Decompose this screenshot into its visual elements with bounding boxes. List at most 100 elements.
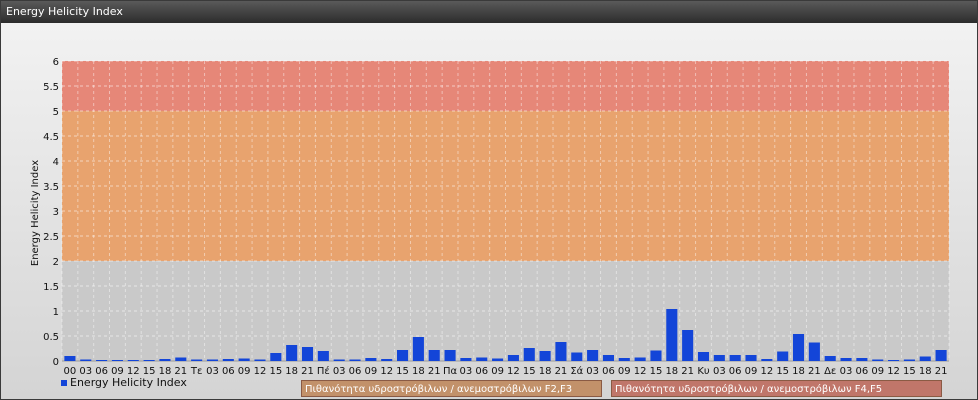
x-tick-label: 15 [396,366,409,377]
bar [301,347,314,361]
y-tick-label: 1.5 [43,282,59,293]
x-tick-label: 21 [681,366,694,377]
band-legend-f2-f3: Πιθανότητα υδροστρόβιλων / ανεμοστρόβιλω… [301,380,602,397]
plot-area: 0 0.5 1 1.5 2 2.5 3 3.5 4 4.5 5 5.5 6 00 03 06 09 12 15 18… [1,23,977,399]
x-tick-label: 21 [301,366,314,377]
y-tick-label: 0.5 [43,332,59,343]
bar [824,356,836,361]
bar [903,359,915,361]
chart-canvas: 00.511.522.533.544.555.56 00 03 06 09 12 15 18… [30,57,950,377]
x-tick-label: 09 [871,366,884,377]
y-axis-ticks: 0 0.5 1 1.5 2 2.5 3 3.5 4 4.5 5 5.5 6 [43,57,59,368]
bar [840,358,852,361]
y-tick-label: 3 [53,207,59,218]
bar [381,359,393,361]
x-tick-label: 18 [539,366,552,377]
bar [270,353,282,361]
bar [222,359,234,361]
x-tick-label: 09 [745,366,758,377]
x-tick-label: 06 [222,366,235,377]
x-tick-label: 15 [523,366,536,377]
y-tick-label: 5 [53,107,59,118]
x-tick-label: Δε [824,366,836,377]
x-tick-label: 21 [808,366,821,377]
y-tick-label: 1 [53,307,59,318]
bar [587,350,599,361]
x-tick-label: Πέ [317,365,330,377]
bar [729,355,741,361]
x-tick-label: 12 [634,366,647,377]
legend-label: Energy Helicity Index [70,376,187,389]
bar [460,358,472,361]
bar [697,352,710,361]
x-tick-label: 12 [507,366,520,377]
bar [618,358,630,361]
y-tick-label: 6 [53,57,59,68]
x-tick-label: 03 [586,366,599,377]
bar [666,309,678,361]
bar [476,357,488,361]
x-tick-label: 12 [254,366,267,377]
bar [175,357,187,361]
x-tick-label: Κυ [697,366,710,377]
band-legend-f4-f5: Πιθανότητα υδροστρόβιλων / ανεμοστρόβιλω… [611,380,942,397]
series-legend[interactable]: Energy Helicity Index [61,376,187,389]
bar [127,360,139,361]
x-tick-label: 12 [380,366,393,377]
bar [523,348,535,361]
x-tick-label: 12 [760,366,773,377]
bar [286,345,298,361]
y-tick-label: 0 [53,357,59,368]
bar [397,350,409,361]
bar [713,355,725,361]
window-title: Energy Helicity Index [6,5,123,18]
bar [444,350,456,361]
bar [777,351,789,361]
x-tick-label: 06 [729,366,742,377]
x-tick-label: Πα [443,366,458,377]
x-tick-label: 09 [618,366,631,377]
bar [792,334,805,361]
bar [888,360,900,361]
x-tick-label: 18 [412,366,425,377]
bar [634,357,646,361]
bar [96,360,108,361]
bar [428,350,440,361]
bar [872,359,884,361]
bar [745,355,757,361]
x-axis-ticks: 00 03 06 09 12 15 18 21 Τε 03 06 09 12 15 18 21 Πέ 03 06 09… [64,365,948,377]
x-tick-label: 06 [349,366,362,377]
bar [492,358,504,361]
bar [571,352,583,361]
y-tick-label: 5.5 [43,82,59,93]
x-tick-label: 12 [887,366,900,377]
bar [602,355,614,361]
bar [159,359,171,361]
bar [238,358,250,361]
x-tick-label: 03 [206,366,219,377]
x-tick-label: 06 [602,366,615,377]
x-tick-label: 21 [428,366,441,377]
chart-window: Energy Helicity Index 0 0.5 1 1.5 2 2.5 3 3.5 4 4… [0,0,978,400]
y-tick-label: 4 [53,157,59,168]
bar [650,350,662,361]
bar [111,360,123,361]
y-tick-label: 4.5 [43,132,59,143]
x-tick-label: 15 [650,366,663,377]
x-tick-label: 18 [919,366,932,377]
bar [365,358,377,361]
x-tick-label: 21 [935,366,948,377]
bar [539,351,551,361]
x-tick-label: 21 [555,366,568,377]
x-tick-label: 06 [475,366,488,377]
bar [507,355,519,361]
x-tick-label: 09 [238,366,251,377]
bar [254,359,266,361]
bar [856,358,868,361]
x-tick-label: 09 [491,366,504,377]
bar [555,342,567,361]
bar [761,359,773,361]
bar [317,351,329,361]
bar [143,360,155,361]
x-tick-label: 18 [792,366,805,377]
